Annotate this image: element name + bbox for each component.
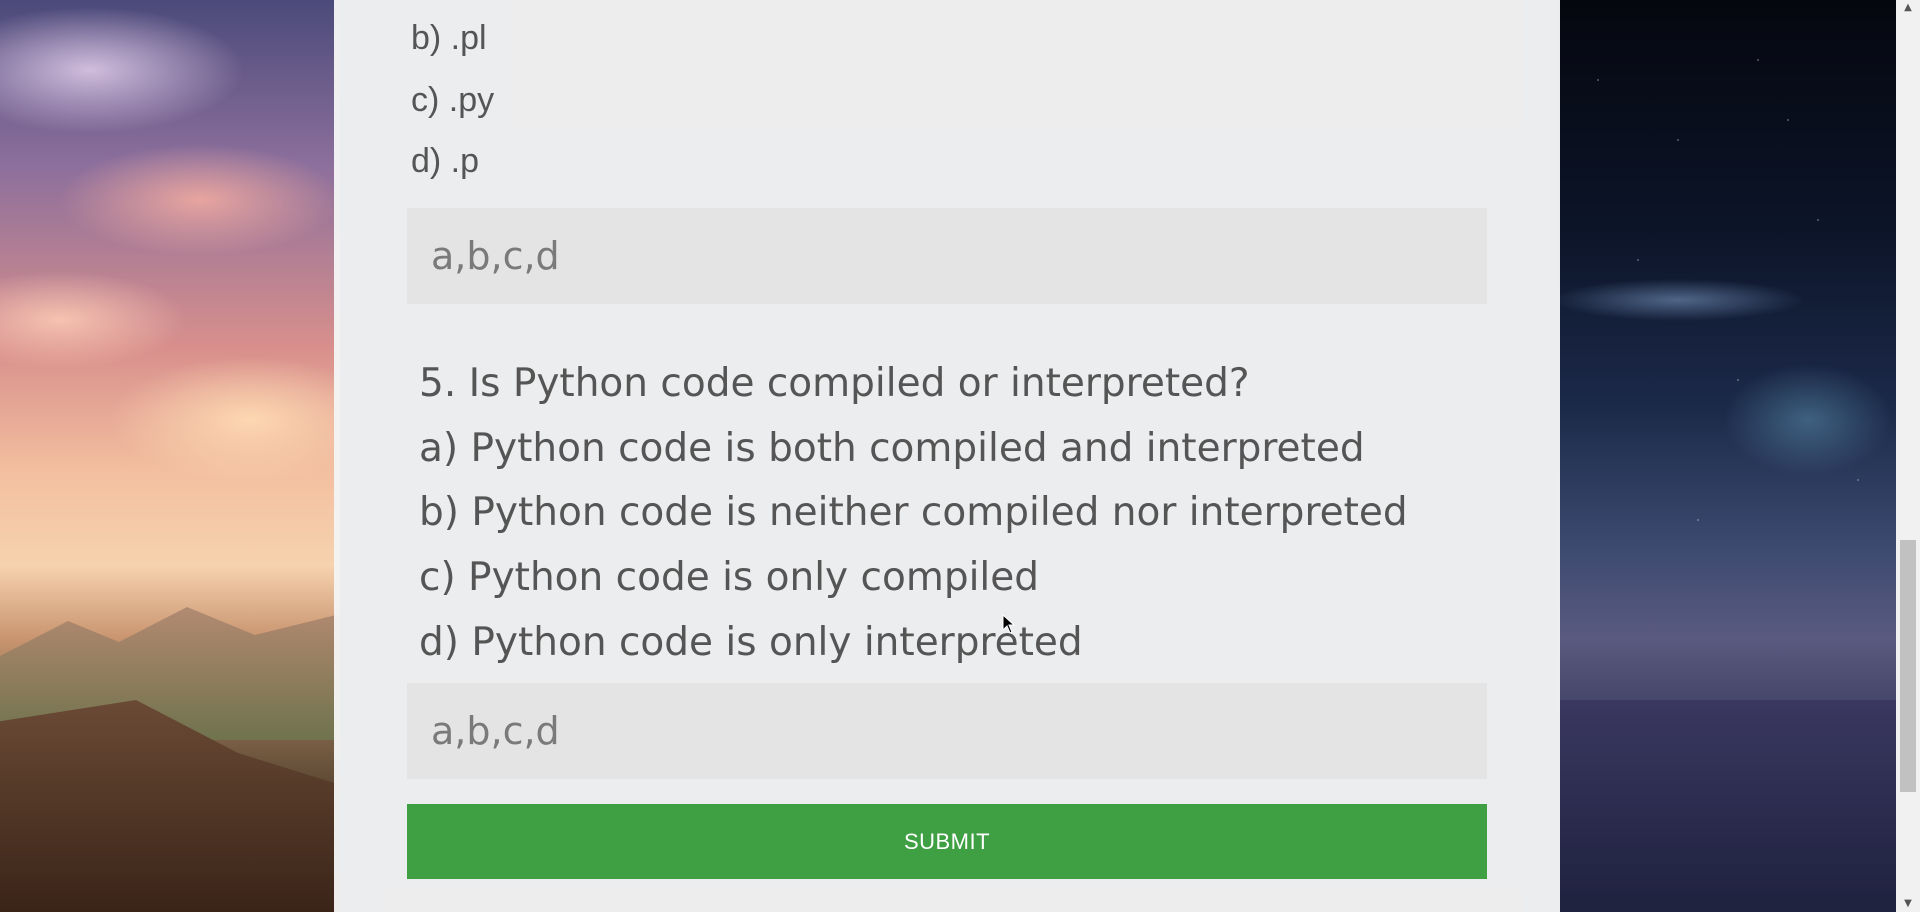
- question5-answer-input[interactable]: [407, 683, 1487, 779]
- question5-option-d: d) Python code is only interpreted: [419, 620, 1083, 665]
- scrollbar-thumb[interactable]: [1900, 540, 1916, 792]
- page-scrollbar[interactable]: ▲ ▼: [1896, 0, 1920, 912]
- question5-option-a: a) Python code is both compiled and inte…: [419, 426, 1365, 471]
- mouse-pointer-icon: [1002, 614, 1016, 634]
- background-left-landscape: [0, 0, 340, 912]
- question5-option-c: c) Python code is only compiled: [419, 555, 1040, 600]
- question4-answer-input[interactable]: [407, 208, 1487, 304]
- question5-title: 5. Is Python code compiled or interprete…: [419, 361, 1250, 406]
- submit-button[interactable]: SUBMIT: [407, 804, 1487, 879]
- background-right-night-sky: [1558, 0, 1898, 912]
- background-lake: [1558, 700, 1898, 912]
- prev-option-d: d) .p: [411, 142, 480, 180]
- footer-text: [334, 898, 1560, 912]
- question5-option-b: b) Python code is neither compiled nor i…: [419, 490, 1408, 535]
- prev-option-b: b) .pl: [411, 19, 487, 57]
- scroll-up-arrow-icon[interactable]: ▲: [1896, 0, 1920, 16]
- scroll-down-arrow-icon[interactable]: ▼: [1896, 896, 1920, 912]
- quiz-panel: b) .pl c) .py d) .p 5. Is Python code co…: [334, 0, 1560, 912]
- prev-option-c: c) .py: [411, 81, 495, 119]
